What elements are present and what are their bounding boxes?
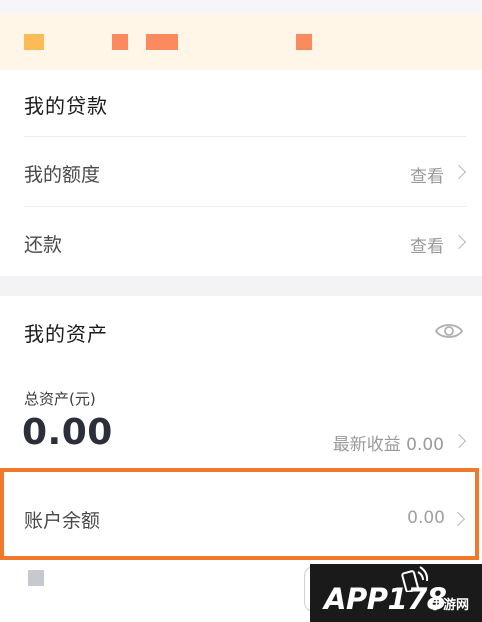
divider [24,206,466,207]
banner-redacted-text [146,34,178,50]
banner-redacted-text [112,34,128,50]
my-credit-row[interactable]: 我的额度 查看 [0,138,482,206]
total-assets-label: 总资产(元) [24,390,96,408]
repayment-label: 还款 [24,234,63,256]
chevron-right-icon [450,511,466,527]
banner-redacted-text [296,34,312,50]
chevron-right-icon [451,433,467,449]
account-balance-row[interactable]: 账户余额 0.00 [0,468,479,560]
my-credit-label: 我的额度 [24,164,101,186]
asset-section-title: 我的资产 [24,322,108,346]
chevron-right-icon [451,164,467,180]
total-assets-value: 0.00 [22,412,113,453]
repayment-view-link[interactable]: 查看 [410,232,444,257]
latest-earnings-label: 最新收益 [332,435,401,455]
eye-icon[interactable] [434,320,464,342]
account-balance-label: 账户余额 [24,510,101,532]
banner-icon [24,34,44,50]
loan-card: 我的贷款 我的额度 查看 还款 查看 [0,70,482,276]
top-strip [0,0,482,14]
latest-earnings-value: 0.00 [406,435,444,455]
divider [24,136,466,137]
account-balance-value: 0.00 [407,508,445,528]
site-watermark: APP178 手游网 [310,564,482,622]
notice-banner[interactable] [0,14,482,70]
chevron-right-icon [451,234,467,250]
my-credit-view-link[interactable]: 查看 [410,162,444,187]
latest-earnings[interactable]: 最新收益 0.00 [333,430,444,455]
repayment-row[interactable]: 还款 查看 [0,208,482,276]
watermark-text: APP178 [324,582,447,616]
redacted-icon [28,570,44,586]
watermark-subtext: 手游网 [430,598,470,613]
loan-section-title: 我的贷款 [24,94,108,118]
app-screen: 我的贷款 我的额度 查看 还款 查看 我的资产 总资产(元) 0.00 最新收益… [0,0,482,622]
